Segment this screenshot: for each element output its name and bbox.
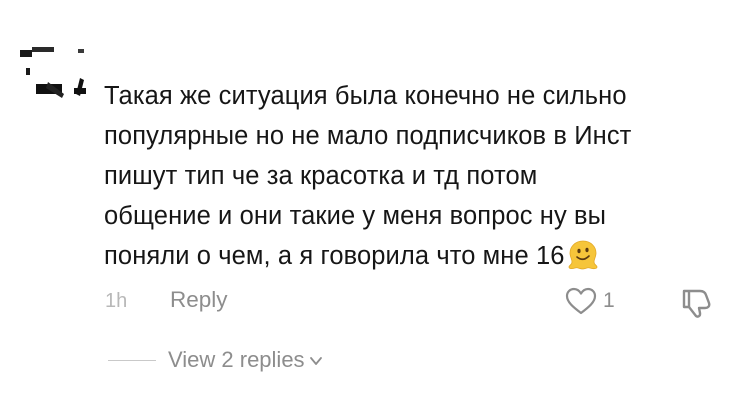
melting-face-emoji-icon (568, 240, 597, 270)
chevron-down-icon (309, 357, 322, 365)
reply-button[interactable]: Reply (170, 287, 228, 313)
comment-body: Такая же ситуация была конечно не сильно… (104, 82, 632, 270)
timestamp: 1h (105, 290, 128, 312)
view-replies-label: View 2 replies (168, 347, 305, 372)
heart-outline-icon[interactable] (564, 286, 598, 316)
avatar-redacted[interactable] (18, 44, 98, 104)
replies-divider (108, 360, 156, 361)
comment-actions: 1h Reply 1 (0, 286, 740, 318)
like-count: 1 (603, 289, 615, 312)
view-replies-button[interactable]: View 2 replies (168, 347, 324, 373)
thumbs-down-icon[interactable] (678, 285, 714, 319)
comment-text: Такая же ситуация была конечно не сильно… (104, 76, 724, 276)
